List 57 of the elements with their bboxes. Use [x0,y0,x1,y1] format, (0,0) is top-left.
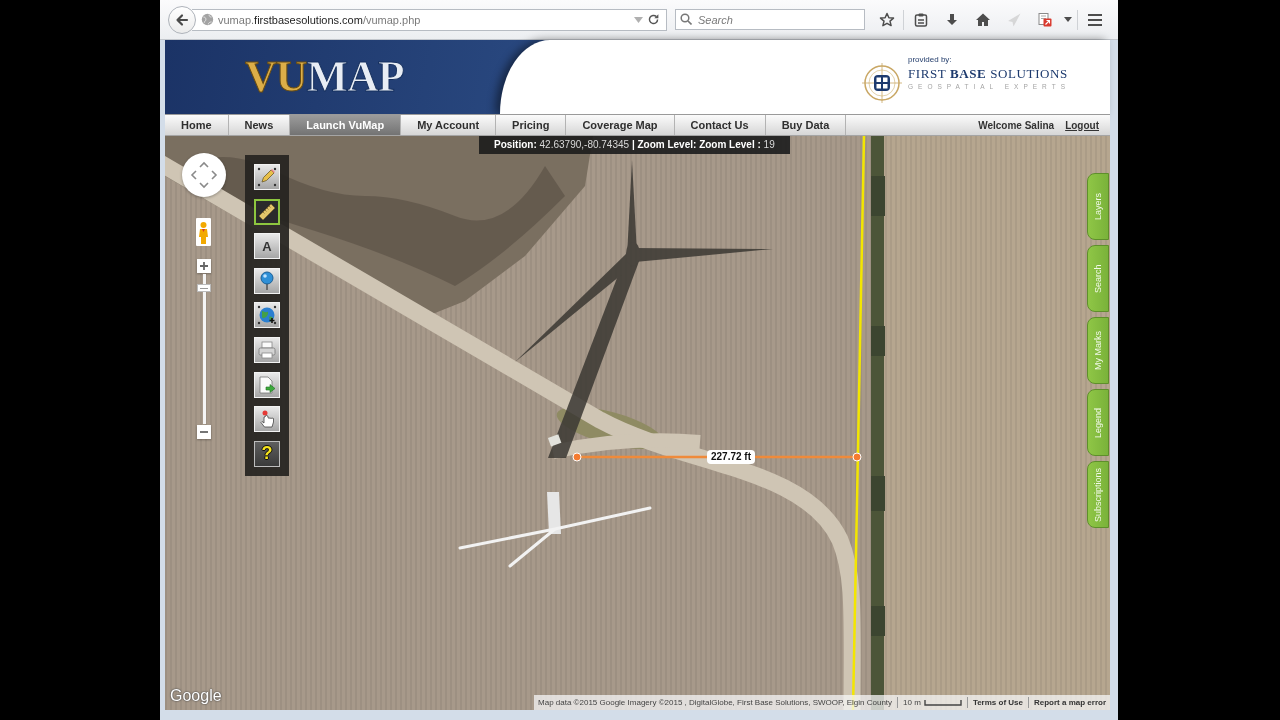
reload-icon[interactable] [647,13,660,26]
search-icon [680,13,692,25]
nav-tab[interactable]: Coverage Map [566,115,675,135]
nav-tab[interactable]: Buy Data [765,115,847,135]
url-text: vumap.firstbasesolutions.com/vumap.php [218,13,421,26]
nav-tab[interactable]: Launch VuMap [290,115,402,135]
menu-icon [1086,11,1103,28]
plus-icon [199,261,209,271]
attribution-text: Map data ©2015 Google Imagery ©2015 , DigitalGlobe, First Base Solutions, SWOOP, Elgin County [538,698,893,707]
label-tool-button[interactable]: A [254,233,280,260]
document-arrow-icon [257,374,277,395]
company-name: FIRST BASE SOLUTIONS [908,65,1069,82]
printer-icon [257,339,277,360]
print-tool-button[interactable] [254,336,280,363]
back-button[interactable] [168,5,196,34]
vertex-dot-icon[interactable] [572,452,582,462]
map-pin-icon [257,270,277,291]
clipboard-icon [912,11,929,28]
home-icon [974,11,991,28]
vumap-logo: VUMAP [245,55,404,99]
distance-label: 227.72 ft [707,450,756,464]
scale-label: 10 m [903,698,921,707]
zoom-out-button[interactable] [197,425,211,439]
nav-tab[interactable]: Contact Us [674,115,766,135]
star-icon [878,11,895,28]
nav-tab[interactable]: My Account [401,115,497,135]
draw-tool-button[interactable] [254,164,280,190]
export-tool-button[interactable] [254,371,280,398]
nav-tab[interactable]: Pricing [496,115,567,135]
globe-plus-icon [257,305,277,326]
globe-icon [201,13,214,26]
zoom-slider-thumb[interactable] [197,284,211,292]
provided-by-caption: provided by: [908,55,953,65]
ruler-icon [257,201,277,222]
zoom-in-button[interactable] [197,259,211,273]
globe-tool-button[interactable] [254,302,280,329]
search-field[interactable]: Search [675,9,865,30]
report-error-link[interactable]: Report a map error [1033,698,1106,707]
select-tool-button[interactable] [254,406,280,433]
hand-pointer-icon [257,409,277,430]
emblem-icon [861,62,903,104]
vertex-dot-icon[interactable] [852,452,862,462]
help-tool-button[interactable]: ? [254,440,280,467]
map-provider-logo: Google [170,687,222,705]
pan-arrows-icon [189,160,219,190]
position-readout: Position: 42.63790,-80.74345 | Zoom Level: Zoom Level : 19 [479,136,790,154]
terms-link[interactable]: Terms of Use [972,698,1023,707]
identify-tool-button[interactable] [254,267,280,294]
scale-bar-icon [923,699,962,706]
measure-tool-button[interactable] [254,198,280,225]
document-icon [1036,11,1053,28]
nav-tab[interactable]: Home [165,115,229,135]
logout-link[interactable]: Logout [1065,119,1099,131]
address-bar[interactable]: vumap.firstbasesolutions.com/vumap.php [192,8,667,31]
caret-icon [1064,16,1072,23]
welcome-text: Welcome Salina [978,119,1055,131]
pencil-icon [257,167,277,187]
